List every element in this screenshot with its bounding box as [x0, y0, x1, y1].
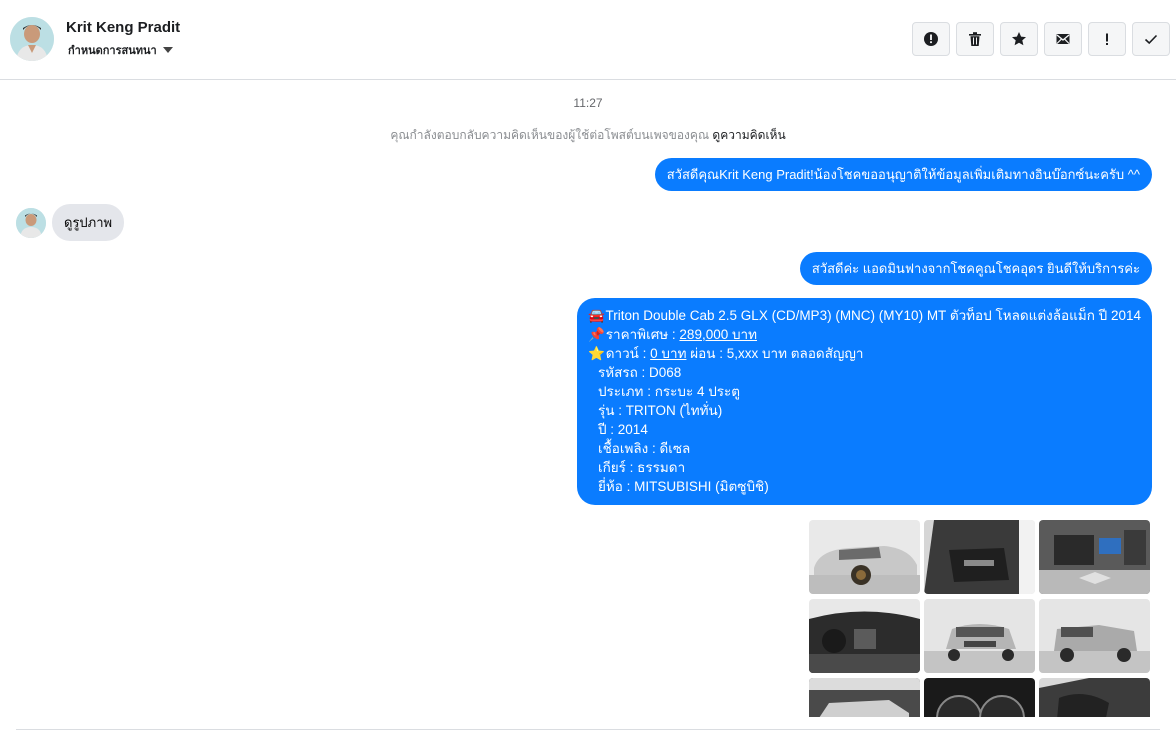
spam-button[interactable]: [912, 22, 950, 56]
star-icon: [1012, 32, 1026, 46]
car-title-line: 🚘 Triton Double Cab 2.5 GLX (CD/MP3) (MN…: [588, 306, 1141, 325]
reply-context: คุณกำลังตอบกลับความคิดเห็นของผู้ใช้ต่อโพ…: [0, 126, 1176, 145]
caret-down-icon: [162, 47, 173, 53]
message-timestamp: 11:27: [573, 96, 603, 110]
envelope-icon: [1056, 34, 1070, 44]
photo-dashboard[interactable]: [809, 599, 920, 673]
car-year: ปี : 2014: [597, 422, 648, 437]
car-gear: เกียร์ : ธรรมดา: [597, 460, 686, 475]
delete-button[interactable]: [956, 22, 994, 56]
outgoing-message[interactable]: สวัสดีค่ะ แอดมินฟางจากโชคคูณโชคอุดร ยินด…: [799, 252, 1152, 285]
photo-door-interior[interactable]: [924, 520, 1035, 594]
car-code: รหัสรถ : D068: [597, 365, 682, 380]
star-button[interactable]: [1000, 22, 1038, 56]
check-icon: [1144, 34, 1158, 45]
view-comment-link[interactable]: ดูความคิดเห็น: [712, 128, 785, 142]
price-label: ราคาพิเศษ :: [605, 327, 680, 342]
contact-avatar-small: [16, 208, 46, 238]
photo-gallery: [809, 520, 1151, 717]
conversation-header: Krit Keng Pradit กำหนดการสนทนา: [0, 0, 1176, 80]
price-value[interactable]: 289,000 บาท: [679, 327, 757, 342]
photo-gauges[interactable]: [924, 678, 1035, 717]
price-line: 📌 ราคาพิเศษ : 289,000 บาท: [588, 325, 1141, 344]
car-title: Triton Double Cab 2.5 GLX (CD/MP3) (MNC)…: [605, 308, 1141, 323]
down-value[interactable]: 0 บาท: [650, 346, 686, 361]
photo-rear-view[interactable]: [1039, 599, 1150, 673]
trash-icon: [969, 32, 981, 46]
pin-icon: 📌: [587, 327, 605, 342]
contact-avatar[interactable]: [10, 17, 54, 61]
message-thread[interactable]: 11:27 คุณกำลังตอบกลับความคิดเห็นของผู้ใช…: [0, 80, 1176, 730]
photo-front-view[interactable]: [924, 599, 1035, 673]
priority-button[interactable]: [1088, 22, 1126, 56]
down-label: ดาวน์ :: [605, 346, 651, 361]
alert-circle-icon: [924, 32, 938, 46]
installment-text: ผ่อน : 5,xxx บาท ตลอดสัญญา: [686, 346, 864, 361]
photo-side-view-2[interactable]: [809, 678, 920, 717]
car-fuel: เชื้อเพลิง : ดีเซล: [597, 441, 691, 456]
outgoing-message-car-details[interactable]: 🚘 Triton Double Cab 2.5 GLX (CD/MP3) (MN…: [576, 298, 1152, 505]
car-brand: ยี่ห้อ : MITSUBISHI (มิตซูบิชิ): [597, 479, 769, 494]
contact-name[interactable]: Krit Keng Pradit: [66, 19, 180, 36]
photo-seat-interior[interactable]: [1039, 678, 1150, 717]
conversation-toolbar: [912, 22, 1170, 56]
done-button[interactable]: [1132, 22, 1170, 56]
star-icon: ⭐: [587, 346, 605, 361]
assign-conversation-dropdown[interactable]: กำหนดการสนทนา: [68, 41, 173, 59]
photo-engine[interactable]: [1039, 520, 1150, 594]
assign-label: กำหนดการสนทนา: [68, 45, 157, 57]
reply-context-text: คุณกำลังตอบกลับความคิดเห็นของผู้ใช้ต่อโพ…: [390, 128, 710, 142]
exclamation-icon: [1106, 33, 1108, 45]
car-type: ประเภท : กระบะ 4 ประตู: [597, 384, 741, 399]
car-icon: 🚘: [587, 308, 605, 323]
incoming-message[interactable]: ดูรูปภาพ: [52, 204, 125, 241]
car-model: รุ่น : TRITON (ไททั่น): [597, 403, 723, 418]
outgoing-message[interactable]: สวัสดีคุณKrit Keng Pradit!น้องโชคขออนุญา…: [654, 158, 1152, 191]
down-payment-line: ⭐ ดาวน์ : 0 บาท ผ่อน : 5,xxx บาท ตลอดสัญ…: [588, 344, 1141, 363]
photo-car-side[interactable]: [809, 520, 920, 594]
mark-unread-button[interactable]: [1044, 22, 1082, 56]
